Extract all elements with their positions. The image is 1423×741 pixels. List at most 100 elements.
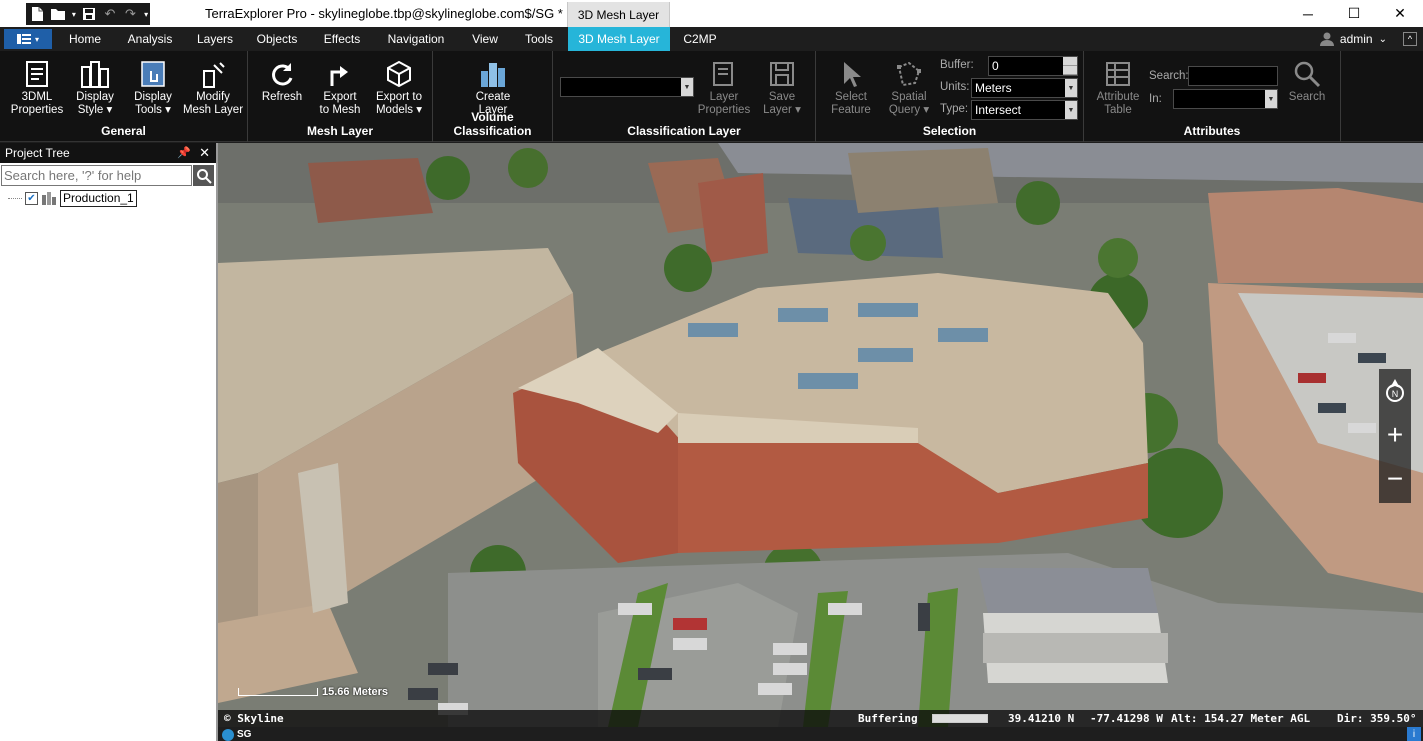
tree-item[interactable]: ✔ Production_1 xyxy=(8,189,137,207)
status-bar: © Skyline Buffering 39.41210 N -77.41298… xyxy=(218,710,1423,727)
ribbon-tab-bar: ▾ Home Analysis Layers Objects Effects N… xyxy=(0,27,1423,51)
export-icon xyxy=(323,57,357,91)
ribbon: 3DML Properties Display Style ▾ Display … xyxy=(0,51,1423,142)
redo-icon[interactable]: ↷ xyxy=(122,5,139,23)
spinner-icon[interactable] xyxy=(1063,57,1077,75)
dropdown-arrow-icon[interactable]: ▾ xyxy=(70,5,78,23)
undo-icon[interactable]: ↶ xyxy=(101,5,118,23)
save-icon xyxy=(765,57,799,91)
scale-bar: 15.66 Meters xyxy=(238,686,388,698)
sg-badge-label: SG xyxy=(237,729,252,740)
button-label: Save Layer ▾ xyxy=(763,91,801,116)
svg-text:N: N xyxy=(1392,389,1399,399)
tab-home[interactable]: Home xyxy=(60,27,110,51)
button-label: Export to Models ▾ xyxy=(375,91,423,116)
app-menu-icon xyxy=(16,34,31,44)
tab-c2mp[interactable]: C2MP xyxy=(676,27,724,51)
tab-analysis[interactable]: Analysis xyxy=(118,27,182,51)
units-select[interactable]: Meters ▼ xyxy=(971,78,1078,98)
display-tools-icon xyxy=(136,57,170,91)
context-tab-header: 3D Mesh Layer xyxy=(567,2,670,27)
pin-icon[interactable]: 📌 xyxy=(177,146,191,159)
modify-mesh-layer-button[interactable]: Modify Mesh Layer xyxy=(182,57,244,123)
group-volume-classification: Create Layer Volume Classification xyxy=(433,51,553,142)
type-label: Type: xyxy=(940,103,969,115)
collapse-ribbon-button[interactable]: ^ xyxy=(1403,32,1417,46)
info-icon[interactable]: i xyxy=(1407,727,1421,741)
close-button[interactable]: ✕ xyxy=(1377,0,1423,27)
tab-effects[interactable]: Effects xyxy=(314,27,370,51)
search-in-select[interactable]: ▼ xyxy=(1173,89,1278,109)
export-to-models-button[interactable]: Export to Models ▾ xyxy=(369,57,429,123)
cursor-arrow-icon xyxy=(834,57,868,91)
type-select[interactable]: Intersect ▼ xyxy=(971,100,1078,120)
group-label: Attributes xyxy=(1183,124,1241,138)
tab-navigation[interactable]: Navigation xyxy=(378,27,454,51)
compass-icon[interactable]: N xyxy=(1379,369,1411,413)
save-layer-button[interactable]: Save Layer ▾ xyxy=(753,57,811,123)
checkbox[interactable]: ✔ xyxy=(25,191,38,205)
zoom-in-icon[interactable]: + xyxy=(1379,413,1411,457)
group-label: Volume Classification xyxy=(453,110,532,138)
in-label: In: xyxy=(1149,93,1162,105)
tree-connector xyxy=(8,197,22,199)
button-label: Export to Mesh xyxy=(319,91,361,116)
buffer-input[interactable]: 0 xyxy=(988,56,1078,76)
spatial-query-button[interactable]: Spatial Query ▾ xyxy=(880,57,938,123)
classification-layer-combo[interactable]: ▼ xyxy=(560,77,694,97)
select-feature-button[interactable]: Select Feature xyxy=(822,57,880,123)
export-to-mesh-button[interactable]: Export to Mesh xyxy=(311,57,369,123)
search-button[interactable]: Search xyxy=(1278,57,1336,123)
panel-title: Project Tree xyxy=(5,146,70,160)
button-label: Modify Mesh Layer xyxy=(182,91,244,116)
user-icon xyxy=(1319,32,1334,46)
open-folder-icon[interactable] xyxy=(49,5,66,23)
button-label: Spatial Query ▾ xyxy=(888,91,930,116)
3dml-properties-button[interactable]: 3DML Properties xyxy=(8,57,66,123)
buffering-progress xyxy=(932,714,988,723)
app-menu-button[interactable]: ▾ xyxy=(4,29,52,49)
chevron-down-icon: ▾ xyxy=(34,34,39,44)
tab-layers[interactable]: Layers xyxy=(190,27,240,51)
button-label: Display Tools ▾ xyxy=(134,91,172,116)
chevron-down-icon: ▼ xyxy=(1065,79,1077,97)
project-tree-panel: Project Tree 📌 ✕ Search here, '?' for he… xyxy=(0,143,216,741)
3d-view[interactable]: N + − 15.66 Meters xyxy=(218,143,1423,727)
mesh-layer-icon xyxy=(42,192,56,205)
group-mesh-layer: Refresh Export to Mesh Export to Models … xyxy=(248,51,433,142)
button-label: Select Feature xyxy=(831,91,871,116)
table-icon xyxy=(1101,57,1135,91)
search-icon xyxy=(1290,57,1324,91)
button-label: Refresh xyxy=(261,91,303,103)
bottom-bar: SG i xyxy=(218,727,1423,741)
display-style-button[interactable]: Display Style ▾ xyxy=(66,57,124,123)
attribute-search-input[interactable] xyxy=(1188,66,1278,86)
save-icon[interactable] xyxy=(81,5,98,23)
refresh-button[interactable]: Refresh xyxy=(253,57,311,123)
new-file-icon[interactable] xyxy=(29,5,46,23)
search-button[interactable] xyxy=(193,165,214,186)
tab-view[interactable]: View xyxy=(462,27,508,51)
minimize-button[interactable]: ─ xyxy=(1285,0,1331,27)
scale-ruler xyxy=(238,688,318,696)
display-tools-button[interactable]: Display Tools ▾ xyxy=(124,57,182,123)
close-icon[interactable]: ✕ xyxy=(199,145,210,161)
layer-properties-button[interactable]: Layer Properties xyxy=(695,57,753,123)
customize-toolbar-icon[interactable]: ▾ xyxy=(142,5,150,23)
zoom-out-icon[interactable]: − xyxy=(1379,457,1411,501)
buffer-value: 0 xyxy=(992,59,999,73)
title-bar: ▾ ↶ ↷ ▾ TerraExplorer Pro - skylineglobe… xyxy=(0,0,1423,27)
attribute-table-button[interactable]: Attribute Table xyxy=(1089,57,1147,123)
tab-3d-mesh-layer[interactable]: 3D Mesh Layer xyxy=(568,27,670,51)
copyright-text: © Skyline xyxy=(224,712,284,725)
tab-objects[interactable]: Objects xyxy=(248,27,306,51)
maximize-button[interactable]: ☐ xyxy=(1331,0,1377,27)
scale-label: 15.66 Meters xyxy=(322,686,389,698)
buildings-icon xyxy=(78,57,112,91)
user-menu[interactable]: admin ⌄ ^ xyxy=(1319,27,1423,51)
altitude-readout: Alt: 154.27 Meter AGL xyxy=(1171,712,1311,725)
chevron-down-icon: ▼ xyxy=(681,78,693,96)
tab-tools[interactable]: Tools xyxy=(514,27,564,51)
tree-search-input[interactable]: Search here, '?' for help xyxy=(1,165,192,186)
group-selection: Select Feature Spatial Query ▾ Buffer: 0… xyxy=(816,51,1084,142)
